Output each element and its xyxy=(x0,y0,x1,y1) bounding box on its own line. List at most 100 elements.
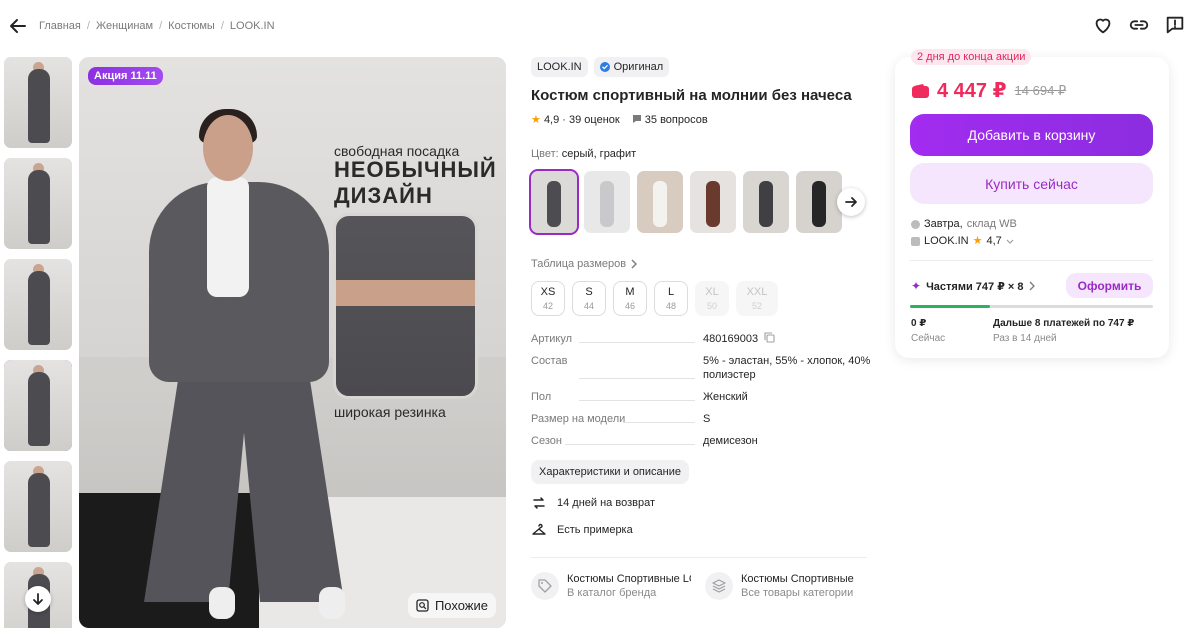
divider xyxy=(531,557,867,558)
color-swatch[interactable] xyxy=(796,171,842,233)
thumbnail[interactable] xyxy=(4,461,72,552)
color-swatches xyxy=(529,169,871,235)
brand-tag[interactable]: LOOK.IN xyxy=(531,57,588,77)
payment-rest-text: Дальше 8 платежей по 747 ₽ xyxy=(993,318,1135,329)
color-swatch[interactable] xyxy=(690,171,736,233)
size-option-m[interactable]: M 46 xyxy=(613,281,647,316)
spec-value: Женский xyxy=(703,391,748,403)
spec-row-composition: Состав 5% - эластан, 55% - хлопок, 40% п… xyxy=(531,354,871,382)
swatches-next-button[interactable] xyxy=(837,188,865,216)
reviews-count: 39 оценок xyxy=(569,114,620,126)
price-row: 4 447 ₽ 14 694 ₽ xyxy=(912,78,1066,103)
link-icon[interactable] xyxy=(1128,14,1150,36)
seller-name: LOOK.IN xyxy=(924,235,969,247)
current-price: 4 447 ₽ xyxy=(937,80,1007,102)
buy-now-button[interactable]: Купить сейчас xyxy=(910,163,1153,204)
category-link[interactable]: Костюмы Спортивные Все товары категории xyxy=(705,572,865,600)
spec-value: S xyxy=(703,413,711,425)
color-swatch[interactable] xyxy=(637,171,683,233)
questions-count: 35 вопросов xyxy=(644,113,708,126)
color-label: Цвет: серый, графит xyxy=(531,148,871,160)
copy-icon[interactable] xyxy=(764,332,775,343)
spec-value: 480169003 xyxy=(703,333,759,345)
thumbnails-scroll-down-button[interactable] xyxy=(25,586,51,612)
thumbnail-strip xyxy=(4,57,72,628)
catalog-links: Костюмы Спортивные LOOK.IN В каталог бре… xyxy=(531,572,871,600)
breadcrumb-item-women[interactable]: Женщинам xyxy=(96,20,153,32)
arrange-installments-button[interactable]: Оформить xyxy=(1066,273,1153,298)
size-option-xs[interactable]: XS 42 xyxy=(531,281,565,316)
thumbnail[interactable] xyxy=(4,259,72,350)
breadcrumb-item-suits[interactable]: Костюмы xyxy=(168,20,215,32)
size-table-link[interactable]: Таблица размеров xyxy=(531,258,871,270)
spec-key: Размер на модели xyxy=(531,413,626,425)
size-ru: 46 xyxy=(624,301,635,311)
image-caption-waistband: широкая резинка xyxy=(334,404,446,420)
size-label: XS xyxy=(540,286,556,298)
back-arrow-icon[interactable] xyxy=(8,16,28,36)
questions-link[interactable]: 35 вопросов xyxy=(632,114,708,126)
chevron-right-icon xyxy=(631,259,638,269)
spec-list: Артикул 480169003 Состав 5% - эластан, 5… xyxy=(531,332,871,448)
original-label: Оригинал xyxy=(613,61,664,73)
similar-button[interactable]: Похожие xyxy=(407,593,496,618)
chat-icon xyxy=(632,114,641,123)
size-label: XXL xyxy=(746,286,768,298)
image-detail-inset xyxy=(333,213,478,399)
link-title: Костюмы Спортивные xyxy=(741,573,854,585)
location-icon xyxy=(911,220,920,229)
brand-catalog-link[interactable]: Костюмы Спортивные LOOK.IN В каталог бре… xyxy=(531,572,691,600)
breadcrumb-separator: / xyxy=(159,20,163,32)
installments-link[interactable]: ✦ Частями 747 ₽ × 8 xyxy=(911,279,1036,293)
old-price: 14 694 ₽ xyxy=(1014,82,1067,98)
rating[interactable]: ★ 4,9 · 39 оценок xyxy=(531,113,620,126)
installments-progress-fill xyxy=(910,305,991,308)
shop-icon xyxy=(911,237,920,246)
size-label: XL xyxy=(705,286,719,298)
seller-rating: 4,7 xyxy=(986,235,1002,247)
chevron-right-icon xyxy=(1029,281,1035,291)
breadcrumb-item-brand[interactable]: LOOK.IN xyxy=(230,20,275,32)
thumbnail-active[interactable] xyxy=(4,360,72,451)
arrow-down-icon xyxy=(33,593,43,605)
promo-deadline-badge: 2 дня до конца акции xyxy=(911,49,1032,65)
installments-progress xyxy=(910,305,1153,308)
spec-key: Сезон xyxy=(531,435,562,447)
thumbnail[interactable] xyxy=(4,57,72,148)
delivery-place: склад WB xyxy=(966,218,1017,230)
spec-row-gender: Пол Женский xyxy=(531,390,871,404)
spec-key: Артикул xyxy=(531,333,573,345)
report-icon[interactable] xyxy=(1164,14,1186,36)
payment-rest-period: Раз в 14 дней xyxy=(993,333,1057,344)
color-swatch[interactable] xyxy=(584,171,630,233)
seller-row[interactable]: LOOK.IN ★ 4,7 xyxy=(911,233,1017,250)
installments-icon: ✦ xyxy=(911,279,922,293)
image-caption-design: НЕОБЫЧНЫЙ ДИЗАЙН xyxy=(334,157,497,208)
heart-icon[interactable] xyxy=(1092,14,1114,36)
size-option-xl: XL 50 xyxy=(695,281,729,316)
size-ru: 48 xyxy=(665,301,676,311)
main-product-image[interactable]: Акция 11.11 свободная посадка НЕОБЫЧНЫЙ … xyxy=(79,57,506,628)
tag-icon xyxy=(531,572,559,600)
breadcrumb-separator: / xyxy=(86,20,90,32)
size-label: M xyxy=(625,286,635,298)
size-option-l[interactable]: L 48 xyxy=(654,281,688,316)
color-swatch-active[interactable] xyxy=(529,169,579,235)
breadcrumb-item-home[interactable]: Главная xyxy=(39,20,81,32)
color-swatch[interactable] xyxy=(743,171,789,233)
size-option-xxl: XXL 52 xyxy=(736,281,778,316)
size-label: S xyxy=(585,286,593,298)
size-ru: 50 xyxy=(706,301,717,311)
size-option-s[interactable]: S 44 xyxy=(572,281,606,316)
breadcrumb: Главная / Женщинам / Костюмы / LOOK.IN xyxy=(39,20,275,32)
size-ru: 52 xyxy=(751,301,762,311)
characteristics-button[interactable]: Характеристики и описание xyxy=(531,460,689,484)
payment-now-amount: 0 ₽ xyxy=(911,318,927,329)
color-label-key: Цвет: xyxy=(531,148,559,160)
add-to-cart-button[interactable]: Добавить в корзину xyxy=(910,114,1153,156)
feature-return: 14 дней на возврат xyxy=(531,495,871,511)
arrow-right-icon xyxy=(845,197,857,207)
color-value: серый, графит xyxy=(561,148,637,160)
thumbnail[interactable] xyxy=(4,158,72,249)
star-icon: ★ xyxy=(972,235,983,247)
